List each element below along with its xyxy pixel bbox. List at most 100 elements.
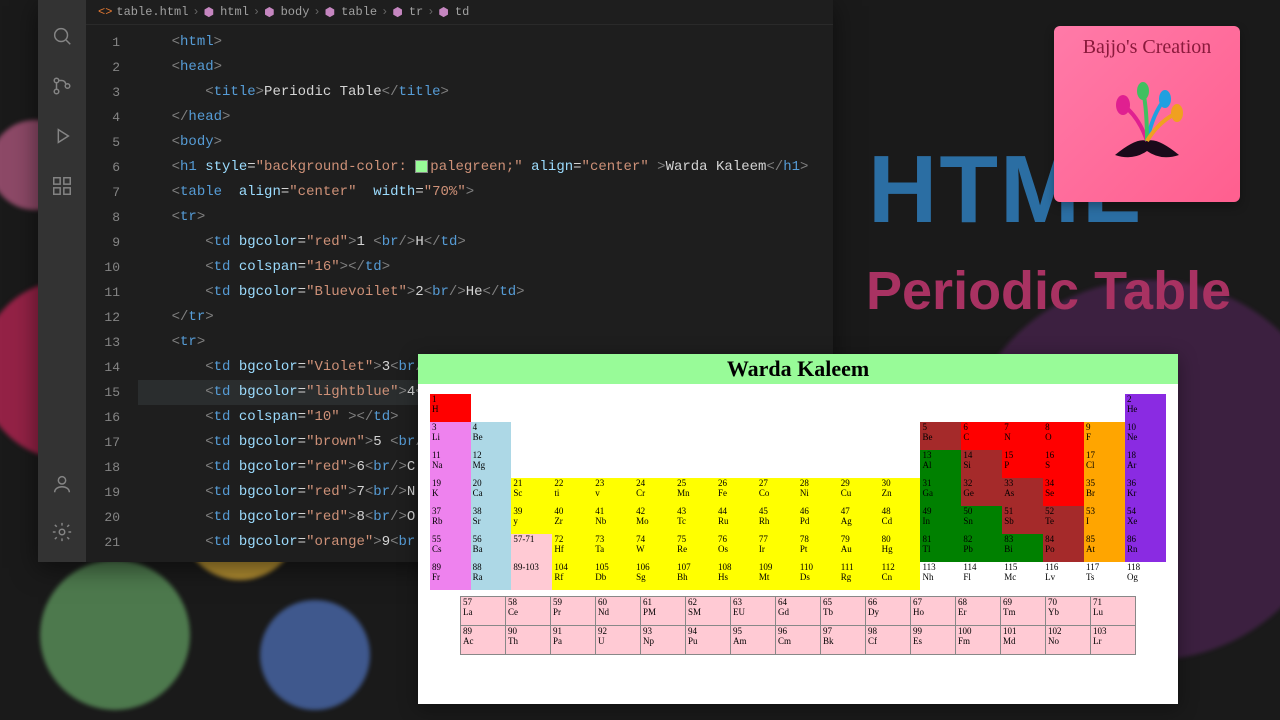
- rendered-heading: Warda Kaleem: [418, 354, 1178, 384]
- element-cell: 115Mc: [1002, 562, 1043, 590]
- element-cell: 77Ir: [757, 534, 798, 562]
- extensions-icon[interactable]: [50, 174, 74, 198]
- element-cell: 45Rh: [757, 506, 798, 534]
- element-cell: 22ti: [552, 478, 593, 506]
- element-cell: 85At: [1084, 534, 1125, 562]
- element-cell: 43Tc: [675, 506, 716, 534]
- element-cell: 46Pd: [798, 506, 839, 534]
- breadcrumb-item[interactable]: html: [220, 5, 249, 19]
- element-cell: 107Bh: [675, 562, 716, 590]
- element-cell: 4Be: [471, 422, 512, 450]
- element-cell: 6C: [961, 422, 1002, 450]
- element-cell: 44Ru: [716, 506, 757, 534]
- breadcrumb[interactable]: <> table.html› ⬢html› ⬢body› ⬢table› ⬢tr…: [86, 0, 833, 25]
- element-cell: 62SM: [686, 597, 731, 626]
- element-cell: 38Sr: [471, 506, 512, 534]
- element-cell: 11Na: [430, 450, 471, 478]
- element-cell: 66Dy: [866, 597, 911, 626]
- element-cell: 12Mg: [471, 450, 512, 478]
- symbol-icon: ⬢: [325, 5, 335, 20]
- element-cell: 18Ar: [1125, 450, 1166, 478]
- element-cell: 83Bi: [1002, 534, 1043, 562]
- element-cell: 89-103: [511, 562, 552, 590]
- element-cell: 98Cf: [866, 626, 911, 655]
- element-cell: 117Ts: [1084, 562, 1125, 590]
- element-cell: 41Nb: [593, 506, 634, 534]
- bokeh-circle: [260, 600, 370, 710]
- element-cell: 2He: [1125, 394, 1166, 422]
- element-cell: 89Ac: [461, 626, 506, 655]
- search-icon[interactable]: [50, 24, 74, 48]
- element-cell: 116Lv: [1043, 562, 1084, 590]
- element-cell: 40Zr: [552, 506, 593, 534]
- element-cell: 64Gd: [776, 597, 821, 626]
- element-cell: 84Po: [1043, 534, 1084, 562]
- element-cell: 9F: [1084, 422, 1125, 450]
- element-cell: 92U: [596, 626, 641, 655]
- gear-icon[interactable]: [50, 520, 74, 544]
- element-cell: 15P: [1002, 450, 1043, 478]
- element-cell: 16S: [1043, 450, 1084, 478]
- element-cell: 72Hf: [552, 534, 593, 562]
- breadcrumb-item[interactable]: body: [281, 5, 310, 19]
- element-cell: 48Cd: [880, 506, 921, 534]
- element-cell: 35Br: [1084, 478, 1125, 506]
- element-cell: 86Rn: [1125, 534, 1166, 562]
- element-cell: 55Cs: [430, 534, 471, 562]
- breadcrumb-item[interactable]: td: [455, 5, 469, 19]
- symbol-icon: ⬢: [264, 5, 274, 20]
- element-cell: 51Sb: [1002, 506, 1043, 534]
- breadcrumb-item[interactable]: table: [341, 5, 377, 19]
- element-cell: 53I: [1084, 506, 1125, 534]
- periodic-table-wrap: 1H2He3Li4Be5Be6C7N8O9F10Ne11Na12Mg13Al14…: [418, 384, 1178, 659]
- line-numbers: 123456789101112131415161718192021: [86, 24, 130, 562]
- periodic-table: 1H2He3Li4Be5Be6C7N8O9F10Ne11Na12Mg13Al14…: [430, 394, 1166, 590]
- source-control-icon[interactable]: [50, 74, 74, 98]
- element-cell: [511, 450, 920, 478]
- element-cell: 102No: [1046, 626, 1091, 655]
- element-cell: 28Ni: [798, 478, 839, 506]
- element-cell: 100Fm: [956, 626, 1001, 655]
- element-cell: 79Au: [839, 534, 880, 562]
- element-cell: 37Rb: [430, 506, 471, 534]
- breadcrumb-item[interactable]: table.html: [116, 5, 188, 19]
- element-cell: 52Te: [1043, 506, 1084, 534]
- element-cell: [511, 422, 920, 450]
- element-cell: 42Mo: [634, 506, 675, 534]
- account-icon[interactable]: [50, 472, 74, 496]
- element-cell: 88Ra: [471, 562, 512, 590]
- element-cell: 61PM: [641, 597, 686, 626]
- breadcrumb-item[interactable]: tr: [409, 5, 423, 19]
- element-cell: 27Co: [757, 478, 798, 506]
- element-cell: 63EU: [731, 597, 776, 626]
- element-cell: 54Xe: [1125, 506, 1166, 534]
- element-cell: 113Nh: [920, 562, 961, 590]
- element-cell: 69Tm: [1001, 597, 1046, 626]
- element-cell: 71Lu: [1091, 597, 1136, 626]
- symbol-icon: ⬢: [392, 5, 402, 20]
- element-cell: 20Ca: [471, 478, 512, 506]
- element-cell: 21Sc: [511, 478, 552, 506]
- element-cell: 73Ta: [593, 534, 634, 562]
- element-cell: 19K: [430, 478, 471, 506]
- element-cell: 109Mt: [757, 562, 798, 590]
- element-cell: 17Cl: [1084, 450, 1125, 478]
- element-cell: 30Zn: [880, 478, 921, 506]
- element-cell: 103Lr: [1091, 626, 1136, 655]
- debug-icon[interactable]: [50, 124, 74, 148]
- element-cell: 33As: [1002, 478, 1043, 506]
- element-cell: 89Fr: [430, 562, 471, 590]
- logo-card: Bajjo's Creation: [1054, 26, 1240, 202]
- logo-art: [1087, 65, 1207, 175]
- element-cell: 57La: [461, 597, 506, 626]
- element-cell: 8O: [1043, 422, 1084, 450]
- element-cell: 106Sg: [634, 562, 675, 590]
- symbol-icon: ⬢: [438, 5, 448, 20]
- element-cell: 76Os: [716, 534, 757, 562]
- element-cell: 93Np: [641, 626, 686, 655]
- element-cell: 29Cu: [839, 478, 880, 506]
- activity-bar: [38, 0, 86, 562]
- element-cell: 47Ag: [839, 506, 880, 534]
- element-cell: 3Li: [430, 422, 471, 450]
- element-cell: 96Cm: [776, 626, 821, 655]
